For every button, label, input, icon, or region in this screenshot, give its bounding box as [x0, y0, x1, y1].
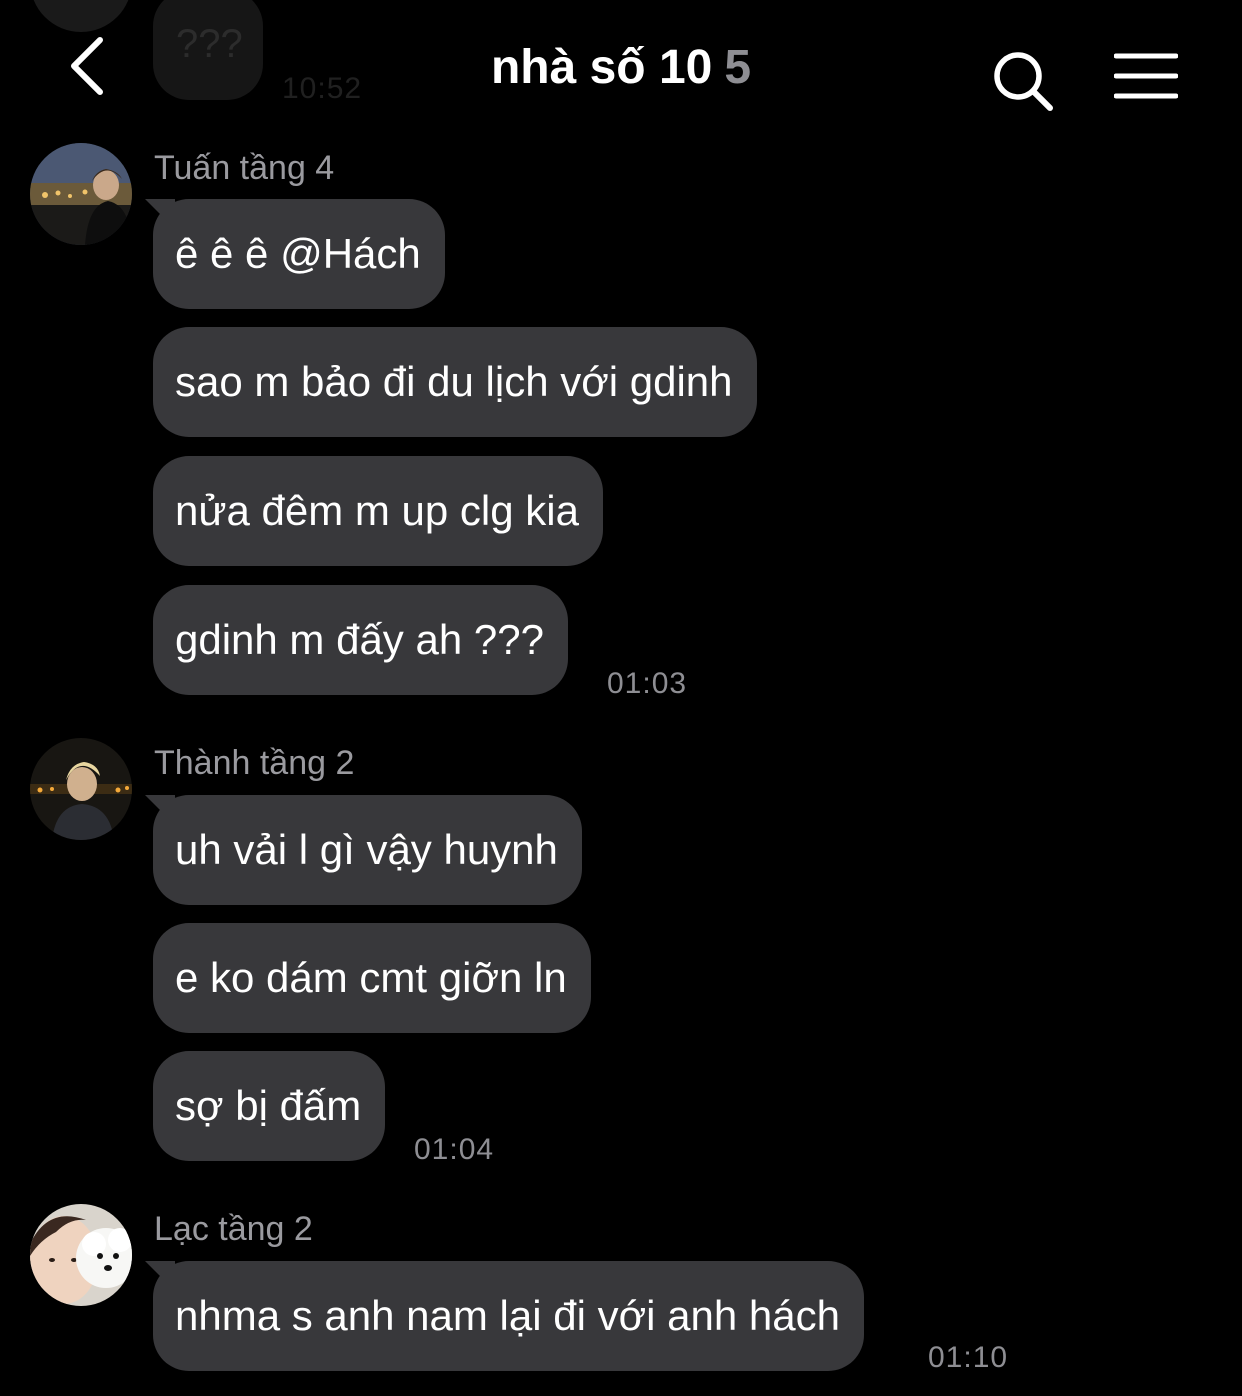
- sender-name: Lạc tầng 2: [154, 1210, 313, 1248]
- message-bubble[interactable]: gdinh m đấy ah ???: [153, 585, 568, 695]
- hamburger-menu-icon: [1113, 53, 1179, 99]
- group-name: nhà số 10: [490, 41, 713, 94]
- sender-name: Tuấn tầng 4: [154, 149, 335, 187]
- message-bubble[interactable]: ê ê ê @Hách: [153, 199, 445, 309]
- message-time: 01:03: [607, 667, 688, 700]
- message-time: 01:10: [928, 1341, 1009, 1374]
- avatar-photo: [30, 738, 132, 840]
- sender-name: Thành tầng 2: [154, 744, 355, 782]
- search-button[interactable]: [990, 48, 1056, 114]
- message-bubble[interactable]: sao m bảo đi du lịch với gdinh: [153, 327, 757, 437]
- avatar-tuan[interactable]: [30, 143, 132, 245]
- avatar-thanh[interactable]: [30, 738, 132, 840]
- chat-header: nhà số 10 5: [0, 0, 1242, 130]
- message-bubble[interactable]: sợ bị đấm: [153, 1051, 386, 1161]
- avatar-lac[interactable]: [30, 1204, 132, 1306]
- avatar-photo: [30, 143, 132, 245]
- message-time: 01:04: [414, 1133, 495, 1166]
- message-bubble[interactable]: nhma s anh nam lại đi với anh hách: [153, 1261, 864, 1371]
- message-bubble[interactable]: uh vải l gì vậy huynh: [153, 795, 582, 905]
- message-bubble[interactable]: nửa đêm m up clg kia: [153, 456, 603, 566]
- avatar-photo: [30, 1204, 132, 1306]
- search-icon: [994, 52, 1053, 111]
- member-count: 5: [724, 41, 752, 94]
- message-bubble[interactable]: e ko dám cmt giỡn ln: [153, 923, 591, 1033]
- menu-button[interactable]: [1113, 52, 1179, 100]
